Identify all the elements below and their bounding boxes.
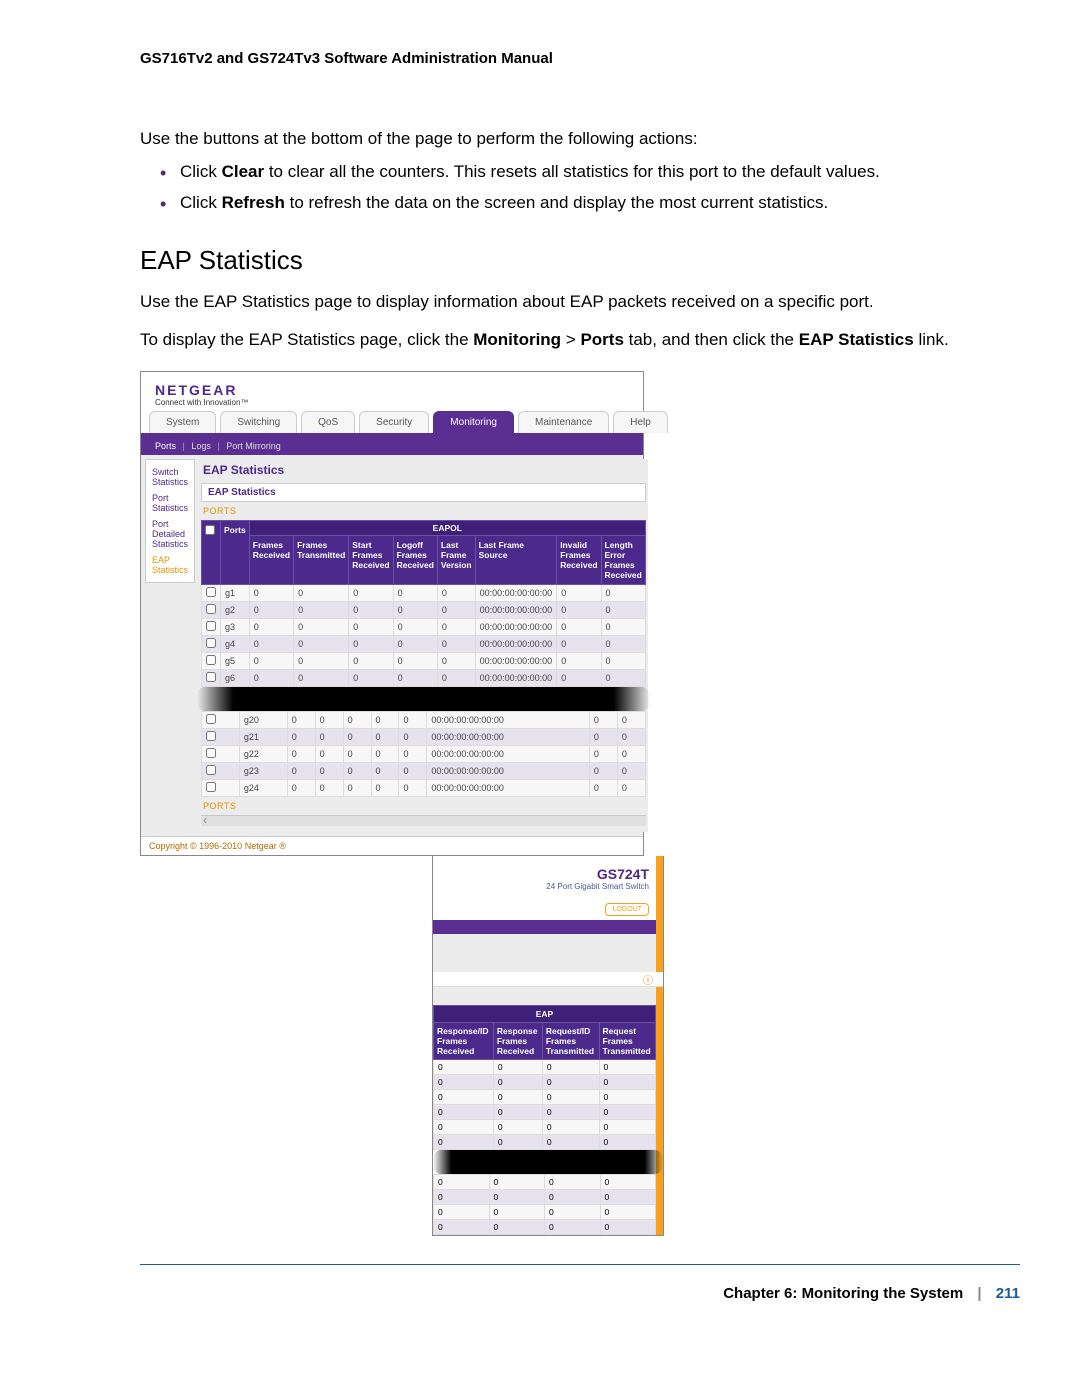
row-checkbox[interactable] xyxy=(206,714,216,724)
row-checkbox[interactable] xyxy=(206,672,216,682)
brand-logo: NETGEAR xyxy=(155,382,629,398)
col2-req-transmitted: Request Frames Transmitted xyxy=(599,1023,656,1060)
col-last-frame-version: Last Frame Version xyxy=(437,536,475,585)
eap-table-bottom: g2000000 00:00:00:00:00:0000 g2100000 00… xyxy=(201,711,646,797)
tab-switching[interactable]: Switching xyxy=(220,411,297,433)
table-row[interactable]: g2200000 00:00:00:00:00:0000 xyxy=(202,746,646,763)
section-heading: EAP Statistics xyxy=(140,245,1020,276)
tab-maintenance[interactable]: Maintenance xyxy=(518,411,609,433)
side-port-statistics[interactable]: Port Statistics xyxy=(152,490,188,516)
info-row xyxy=(433,972,663,987)
table-row[interactable]: g300000 00:00:00:00:00:0000 xyxy=(202,619,646,636)
tab-system[interactable]: System xyxy=(149,411,216,433)
group-eap: EAP xyxy=(434,1006,656,1023)
row-checkbox[interactable] xyxy=(206,655,216,665)
col2-respid-received: Response/ID Frames Received xyxy=(434,1023,494,1060)
table-row[interactable]: 0000 xyxy=(434,1190,656,1205)
redaction-bar-2 xyxy=(433,1150,663,1174)
col-logoff-frames-received: Logoff Frames Received xyxy=(393,536,437,585)
logout-button[interactable]: LOGOUT xyxy=(605,903,649,916)
table-row[interactable]: 0000 xyxy=(434,1075,656,1090)
side-switch-statistics[interactable]: Switch Statistics xyxy=(152,464,188,490)
table-row[interactable]: g2300000 00:00:00:00:00:0000 xyxy=(202,763,646,780)
tab-security[interactable]: Security xyxy=(359,411,429,433)
doc-header: GS716Tv2 and GS724Tv3 Software Administr… xyxy=(140,50,1020,67)
row-checkbox[interactable] xyxy=(206,604,216,614)
table-row[interactable]: 0000 xyxy=(434,1135,656,1150)
table-row[interactable]: 0000 xyxy=(434,1220,656,1235)
table-row[interactable]: 0000 xyxy=(434,1205,656,1220)
eap-table-right: EAP Response/ID Frames Received Response… xyxy=(433,1005,656,1150)
row-checkbox[interactable] xyxy=(206,765,216,775)
tab-monitoring[interactable]: Monitoring xyxy=(433,411,514,433)
panel-title: EAP Statistics xyxy=(201,459,646,483)
table-row[interactable]: 0000 xyxy=(434,1120,656,1135)
eap-table-right-bottom: 0000 0000 0000 0000 xyxy=(433,1174,656,1235)
row-checkbox[interactable] xyxy=(206,782,216,792)
brand-tagline: Connect with Innovation™ xyxy=(155,398,629,407)
row-checkbox[interactable] xyxy=(206,587,216,597)
purple-stripe xyxy=(433,920,663,934)
page-footer: Chapter 6: Monitoring the System | 211 xyxy=(140,1264,1020,1302)
bullet-refresh: Click Refresh to refresh the data on the… xyxy=(160,192,1020,215)
subnav-ports[interactable]: Ports xyxy=(155,441,176,451)
select-all-checkbox[interactable] xyxy=(205,525,215,535)
app-screenshot-right: GS724T 24 Port Gigabit Smart Switch LOGO… xyxy=(432,856,664,1236)
side-port-detailed-statistics[interactable]: Port Detailed Statistics xyxy=(152,516,188,552)
row-checkbox[interactable] xyxy=(206,731,216,741)
col2-resp-received: Response Frames Received xyxy=(493,1023,542,1060)
ports-label-bottom[interactable]: PORTS xyxy=(201,797,646,815)
table-row[interactable]: g2000000 00:00:00:00:00:0000 xyxy=(202,712,646,729)
subnav-logs[interactable]: Logs xyxy=(191,441,211,451)
table-row[interactable]: g2400000 00:00:00:00:00:0000 xyxy=(202,780,646,797)
section-p1: Use the EAP Statistics page to display i… xyxy=(140,290,1020,314)
table-row[interactable]: g500000 00:00:00:00:00:0000 xyxy=(202,653,646,670)
side-eap-statistics[interactable]: EAP Statistics xyxy=(152,552,188,578)
table-row[interactable]: 0000 xyxy=(434,1175,656,1190)
copyright: Copyright © 1996-2010 Netgear ® xyxy=(141,836,643,855)
table-row[interactable]: 0000 xyxy=(434,1090,656,1105)
redaction-bar-1 xyxy=(197,687,650,711)
app-screenshot-main: NETGEAR Connect with Innovation™ System … xyxy=(140,371,644,856)
product-desc: 24 Port Gigabit Smart Switch xyxy=(439,882,649,891)
row-checkbox[interactable] xyxy=(206,638,216,648)
sub-nav: Ports | Logs | Port Mirroring xyxy=(141,437,643,455)
table-row[interactable]: 0000 xyxy=(434,1105,656,1120)
main-tabs: System Switching QoS Security Monitoring… xyxy=(141,411,643,437)
col-frames-transmitted: Frames Transmitted xyxy=(294,536,349,585)
intro-text: Use the buttons at the bottom of the pag… xyxy=(140,129,1020,149)
table-row[interactable]: g600000 00:00:00:00:00:0000 xyxy=(202,670,646,687)
bullet-clear: Click Clear to clear all the counters. T… xyxy=(160,161,1020,184)
horizontal-scrollbar[interactable] xyxy=(201,815,646,826)
row-checkbox[interactable] xyxy=(206,621,216,631)
col-checkbox[interactable] xyxy=(202,521,221,585)
product-model: GS724T xyxy=(439,866,649,882)
table-row[interactable]: 0000 xyxy=(434,1060,656,1075)
col-last-frame-source: Last Frame Source xyxy=(475,536,557,585)
action-bullets: Click Clear to clear all the counters. T… xyxy=(160,161,1020,215)
panel-subtitle: EAP Statistics xyxy=(201,483,646,502)
table-row[interactable]: g200000 00:00:00:00:00:0000 xyxy=(202,602,646,619)
col2-reqid-transmitted: Request/ID Frames Transmitted xyxy=(542,1023,599,1060)
table-row[interactable]: g2100000 00:00:00:00:00:0000 xyxy=(202,729,646,746)
col-frames-received: Frames Received xyxy=(249,536,293,585)
group-eapol: EAPOL xyxy=(249,521,645,536)
tab-qos[interactable]: QoS xyxy=(301,411,355,433)
subnav-port-mirroring[interactable]: Port Mirroring xyxy=(226,441,281,451)
orange-stripe xyxy=(656,856,663,1235)
col-length-error-frames-received: Length Error Frames Received xyxy=(601,536,645,585)
section-p2: To display the EAP Statistics page, clic… xyxy=(140,328,1020,352)
eap-table: Ports EAPOL Frames Received Frames Trans… xyxy=(201,520,646,687)
col-invalid-frames-received: Invalid Frames Received xyxy=(557,536,601,585)
ports-label-top[interactable]: PORTS xyxy=(201,502,646,520)
row-checkbox[interactable] xyxy=(206,748,216,758)
page-number: 211 xyxy=(996,1285,1020,1302)
col-start-frames-received: Start Frames Received xyxy=(349,536,393,585)
side-panel: Switch Statistics Port Statistics Port D… xyxy=(145,459,195,583)
col-ports: Ports xyxy=(221,521,250,585)
table-row[interactable]: g100000 00:00:00:00:00:0000 xyxy=(202,585,646,602)
tab-help[interactable]: Help xyxy=(613,411,668,433)
table-row[interactable]: g400000 00:00:00:00:00:0000 xyxy=(202,636,646,653)
